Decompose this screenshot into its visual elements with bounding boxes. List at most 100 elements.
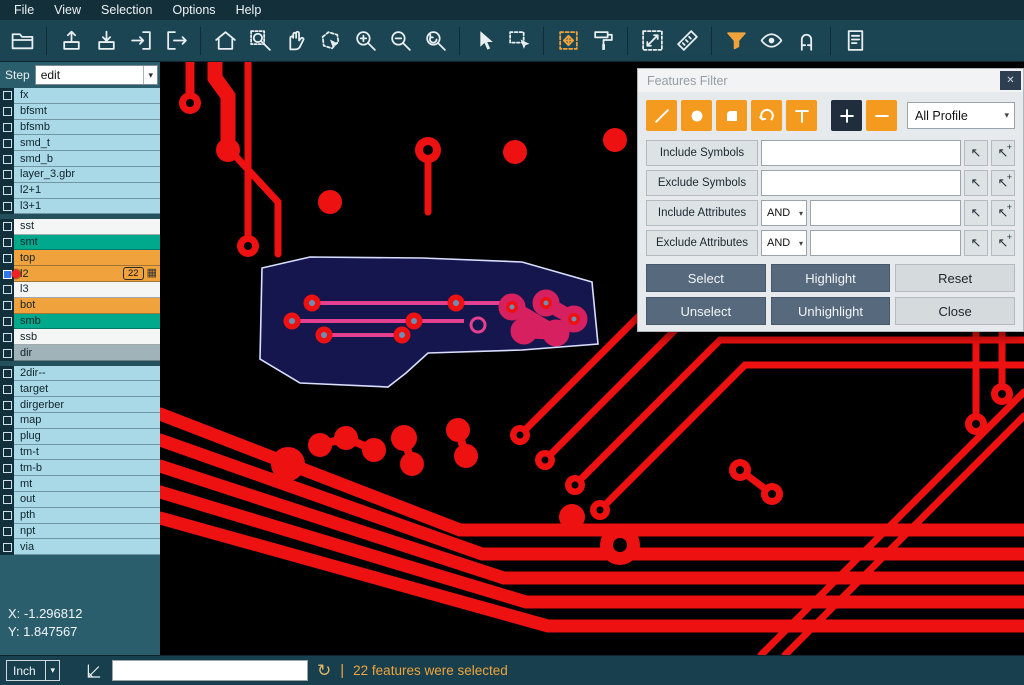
- layer-row-smd_t[interactable]: smd_t: [0, 135, 160, 151]
- layer-cell[interactable]: smt: [14, 235, 160, 251]
- layer-row-l3[interactable]: l3: [0, 282, 160, 298]
- layer-cell[interactable]: fx: [14, 88, 160, 104]
- arc-tool-icon[interactable]: [751, 100, 782, 131]
- command-input[interactable]: [112, 660, 308, 681]
- layer-checkbox[interactable]: [3, 91, 12, 100]
- include-symbols-button[interactable]: Include Symbols: [646, 140, 758, 166]
- include-attributes-button[interactable]: Include Attributes: [646, 200, 758, 226]
- layer-cell[interactable]: l2+1: [14, 183, 160, 199]
- layer-row-bfsmb[interactable]: bfsmb: [0, 120, 160, 136]
- magnet-snap-icon[interactable]: [790, 25, 822, 57]
- layer-row-ssb[interactable]: ssb: [0, 329, 160, 345]
- reset-button[interactable]: Reset: [895, 264, 1015, 292]
- zoom-in-icon[interactable]: [349, 25, 381, 57]
- pad-tool-icon[interactable]: [681, 100, 712, 131]
- layer-row-l2+1[interactable]: l2+1: [0, 183, 160, 199]
- layer-row-fx[interactable]: fx: [0, 88, 160, 104]
- layer-checkbox[interactable]: [3, 333, 12, 342]
- layer-checkbox[interactable]: [3, 432, 12, 441]
- layer-row-out[interactable]: out: [0, 492, 160, 508]
- layer-row-dirgerber[interactable]: dirgerber: [0, 397, 160, 413]
- measure-diagonal-icon[interactable]: [636, 25, 668, 57]
- layer-checkbox[interactable]: [3, 170, 12, 179]
- exclude-attributes-button[interactable]: Exclude Attributes: [646, 230, 758, 256]
- layer-checkbox[interactable]: [3, 238, 12, 247]
- open-folder-icon[interactable]: [6, 25, 38, 57]
- zoom-area-icon[interactable]: [244, 25, 276, 57]
- layer-cell[interactable]: layer_3.gbr: [14, 167, 160, 183]
- layer-checkbox[interactable]: [3, 349, 12, 358]
- layer-checkbox[interactable]: [3, 543, 12, 552]
- layer-checkbox[interactable]: [3, 123, 12, 132]
- pick-from-graphic-button[interactable]: ↖: [964, 170, 988, 196]
- layer-cell[interactable]: dirgerber: [14, 397, 160, 413]
- layer-row-bot[interactable]: bot: [0, 298, 160, 314]
- menu-item-help[interactable]: Help: [226, 1, 272, 19]
- layer-row-pth[interactable]: pth: [0, 508, 160, 524]
- layer-cell[interactable]: pth: [14, 508, 160, 524]
- layer-checkbox[interactable]: [3, 448, 12, 457]
- unselect-button[interactable]: Unselect: [646, 297, 766, 325]
- unit-select[interactable]: Inch ▾: [6, 660, 60, 681]
- layer-cell[interactable]: top: [14, 250, 160, 266]
- layer-cell[interactable]: sst: [14, 219, 160, 235]
- layer-cell[interactable]: smb: [14, 314, 160, 330]
- include-symbols-input[interactable]: [761, 140, 961, 166]
- layer-row-l3+1[interactable]: l3+1: [0, 199, 160, 215]
- layer-cell[interactable]: bfsmb: [14, 120, 160, 136]
- layer-cell[interactable]: smd_b: [14, 151, 160, 167]
- pick-add-from-graphic-button[interactable]: ↖+: [991, 200, 1015, 226]
- pointer-icon[interactable]: [468, 25, 500, 57]
- layer-cell[interactable]: bfsmt: [14, 104, 160, 120]
- layer-cell[interactable]: target: [14, 381, 160, 397]
- filter-icon[interactable]: [720, 25, 752, 57]
- layer-row-via[interactable]: via: [0, 539, 160, 555]
- pick-from-graphic-button[interactable]: ↖: [964, 200, 988, 226]
- report-icon[interactable]: [839, 25, 871, 57]
- and-operator-select[interactable]: AND▾: [761, 200, 807, 226]
- layer-row-l2[interactable]: l222▦: [0, 266, 160, 282]
- layer-row-sst[interactable]: sst: [0, 219, 160, 235]
- reload-icon[interactable]: ↻: [317, 662, 331, 679]
- exclude-symbols-input[interactable]: [761, 170, 961, 196]
- export-up-icon[interactable]: [55, 25, 87, 57]
- layer-cell[interactable]: dir: [14, 345, 160, 361]
- layer-cell[interactable]: tm-t: [14, 445, 160, 461]
- eye-icon[interactable]: [755, 25, 787, 57]
- layer-cell[interactable]: out: [14, 492, 160, 508]
- profile-select[interactable]: All Profile ▾: [907, 102, 1015, 129]
- pan-hand-icon[interactable]: [279, 25, 311, 57]
- home-icon[interactable]: [209, 25, 241, 57]
- export-right-icon[interactable]: [160, 25, 192, 57]
- layer-cell[interactable]: ssb: [14, 329, 160, 345]
- layer-checkbox[interactable]: [3, 107, 12, 116]
- exclude-symbols-button[interactable]: Exclude Symbols: [646, 170, 758, 196]
- paint-icon[interactable]: [587, 25, 619, 57]
- pick-from-graphic-button[interactable]: ↖: [964, 140, 988, 166]
- layer-checkbox[interactable]: [3, 527, 12, 536]
- layer-cell[interactable]: map: [14, 413, 160, 429]
- and-operator-select[interactable]: AND▾: [761, 230, 807, 256]
- exclude-attributes-input[interactable]: [810, 230, 961, 256]
- close-button[interactable]: Close: [895, 297, 1015, 325]
- pick-add-from-graphic-button[interactable]: ↖+: [991, 230, 1015, 256]
- add-filter-button[interactable]: [831, 100, 862, 131]
- layer-row-map[interactable]: map: [0, 413, 160, 429]
- layer-row-tm-t[interactable]: tm-t: [0, 445, 160, 461]
- layer-checkbox[interactable]: [3, 155, 12, 164]
- layer-row-bfsmt[interactable]: bfsmt: [0, 104, 160, 120]
- zoom-out-icon[interactable]: [384, 25, 416, 57]
- import-down-icon[interactable]: [90, 25, 122, 57]
- layer-checkbox[interactable]: [3, 139, 12, 148]
- layer-row-plug[interactable]: plug: [0, 429, 160, 445]
- layer-checkbox[interactable]: [3, 511, 12, 520]
- menu-item-file[interactable]: File: [4, 1, 44, 19]
- layer-row-npt[interactable]: npt: [0, 524, 160, 540]
- select-button[interactable]: Select: [646, 264, 766, 292]
- layer-row-dir[interactable]: dir: [0, 345, 160, 361]
- layer-checkbox[interactable]: [3, 285, 12, 294]
- layer-checkbox[interactable]: [3, 254, 12, 263]
- layer-row-2dir--[interactable]: 2dir--: [0, 366, 160, 382]
- rect-select-icon[interactable]: [503, 25, 535, 57]
- layer-checkbox[interactable]: [3, 385, 12, 394]
